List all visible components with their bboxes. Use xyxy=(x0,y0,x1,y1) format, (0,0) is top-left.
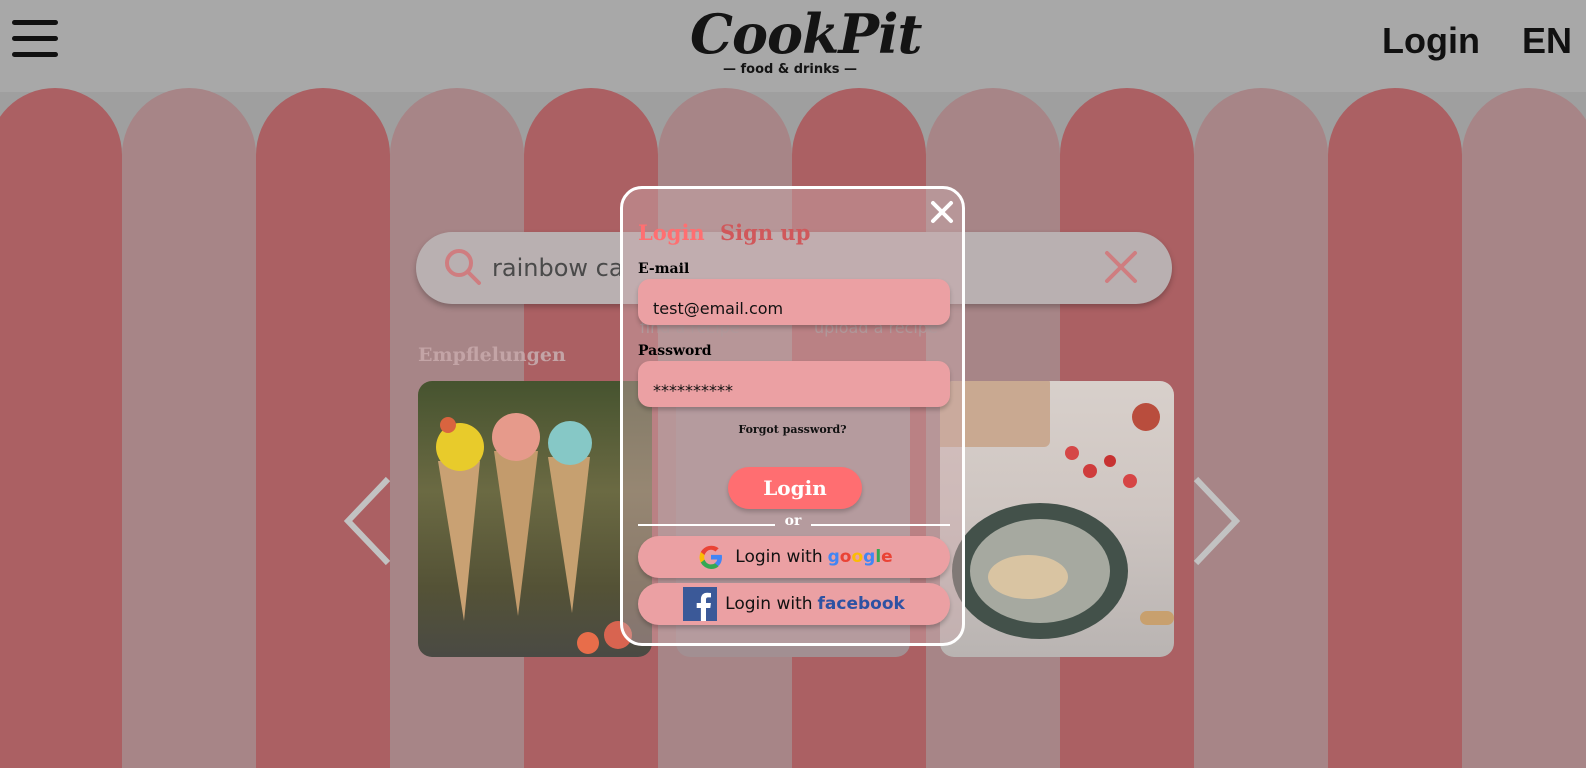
awning-stripe xyxy=(122,88,256,768)
ice-cream-image xyxy=(436,413,632,654)
google-wordmark: google xyxy=(827,547,893,567)
divider-or: or xyxy=(784,513,802,529)
carousel-prev-icon[interactable] xyxy=(342,475,394,571)
login-with-facebook-button[interactable]: Login with facebook xyxy=(638,583,950,625)
search-input[interactable]: rainbow ca xyxy=(492,254,624,282)
login-with-google-button[interactable]: Login with google xyxy=(638,536,950,578)
recommendations-title: Empflelungen xyxy=(418,344,566,366)
awning-stripe xyxy=(1194,88,1328,768)
tiramisu-image xyxy=(940,381,1174,639)
awning-stripe xyxy=(1462,88,1586,768)
divider-line xyxy=(638,524,775,526)
logo-title: CookPit xyxy=(690,2,923,66)
carousel-next-icon[interactable] xyxy=(1190,475,1242,571)
recipe-card[interactable] xyxy=(940,381,1174,657)
recipe-card[interactable] xyxy=(418,381,652,657)
google-button-label: Login with xyxy=(735,547,823,567)
awning-stripe xyxy=(0,88,122,768)
header: CookPit — food & drinks — Login EN xyxy=(0,0,1586,92)
search-icon xyxy=(444,248,482,290)
language-selector[interactable]: EN xyxy=(1522,20,1572,62)
email-label: E-mail xyxy=(638,261,690,277)
password-label: Password xyxy=(638,343,712,359)
google-icon xyxy=(695,541,727,573)
tab-login[interactable]: Login xyxy=(638,220,705,245)
auth-tabs: Login Sign up xyxy=(638,220,810,245)
facebook-icon xyxy=(683,587,718,621)
divider-line xyxy=(811,524,950,526)
awning-stripe xyxy=(1328,88,1462,768)
awning-stripe xyxy=(256,88,390,768)
login-modal: Login Sign up E-mail test@email.com Pass… xyxy=(620,186,965,646)
logo[interactable]: CookPit — food & drinks — xyxy=(690,2,923,77)
menu-icon[interactable] xyxy=(12,20,58,60)
tab-signup[interactable]: Sign up xyxy=(720,220,810,245)
forgot-password-link[interactable]: Forgot password? xyxy=(623,423,962,436)
close-icon[interactable] xyxy=(929,199,955,225)
clear-search-icon[interactable] xyxy=(1104,250,1138,288)
header-login-link[interactable]: Login xyxy=(1382,20,1480,62)
email-field[interactable]: test@email.com xyxy=(638,279,950,325)
password-field[interactable]: ********** xyxy=(638,361,950,407)
facebook-wordmark: facebook xyxy=(817,594,905,614)
login-button[interactable]: Login xyxy=(728,467,862,509)
facebook-button-label: Login with xyxy=(725,594,813,614)
